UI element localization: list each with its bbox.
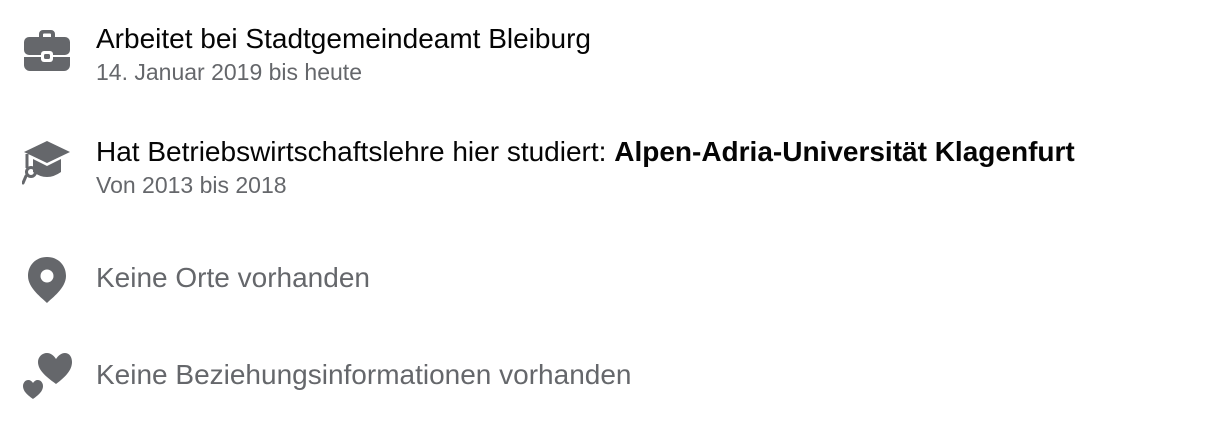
work-title: Arbeitet bei Stadtgemeindeamt Bleiburg: [96, 23, 591, 54]
places-empty-text: Keine Orte vorhanden: [96, 262, 370, 293]
places-row: Keine Orte vorhanden: [0, 255, 1214, 305]
graduation-cap-icon: [22, 138, 72, 188]
location-pin-icon: [22, 255, 72, 305]
work-dates: 14. Januar 2019 bis heute: [96, 59, 362, 85]
hearts-icon: [22, 350, 72, 400]
relationship-row: Keine Beziehungsinformationen vorhanden: [0, 350, 1214, 402]
work-row: Arbeitet bei Stadtgemeindeamt Bleiburg 1…: [0, 22, 1214, 92]
relationship-empty-text: Keine Beziehungsinformationen vorhanden: [96, 359, 632, 390]
education-row: Hat Betriebswirtschaftslehre hier studie…: [0, 135, 1214, 205]
education-prefix: Hat Betriebswirtschaftslehre hier studie…: [96, 136, 615, 167]
education-dates: Von 2013 bis 2018: [96, 172, 287, 198]
school-link[interactable]: Alpen-Adria-Universität Klagenfurt: [614, 136, 1075, 167]
briefcase-icon: [22, 24, 72, 74]
education-title[interactable]: Hat Betriebswirtschaftslehre hier studie…: [96, 135, 1075, 169]
